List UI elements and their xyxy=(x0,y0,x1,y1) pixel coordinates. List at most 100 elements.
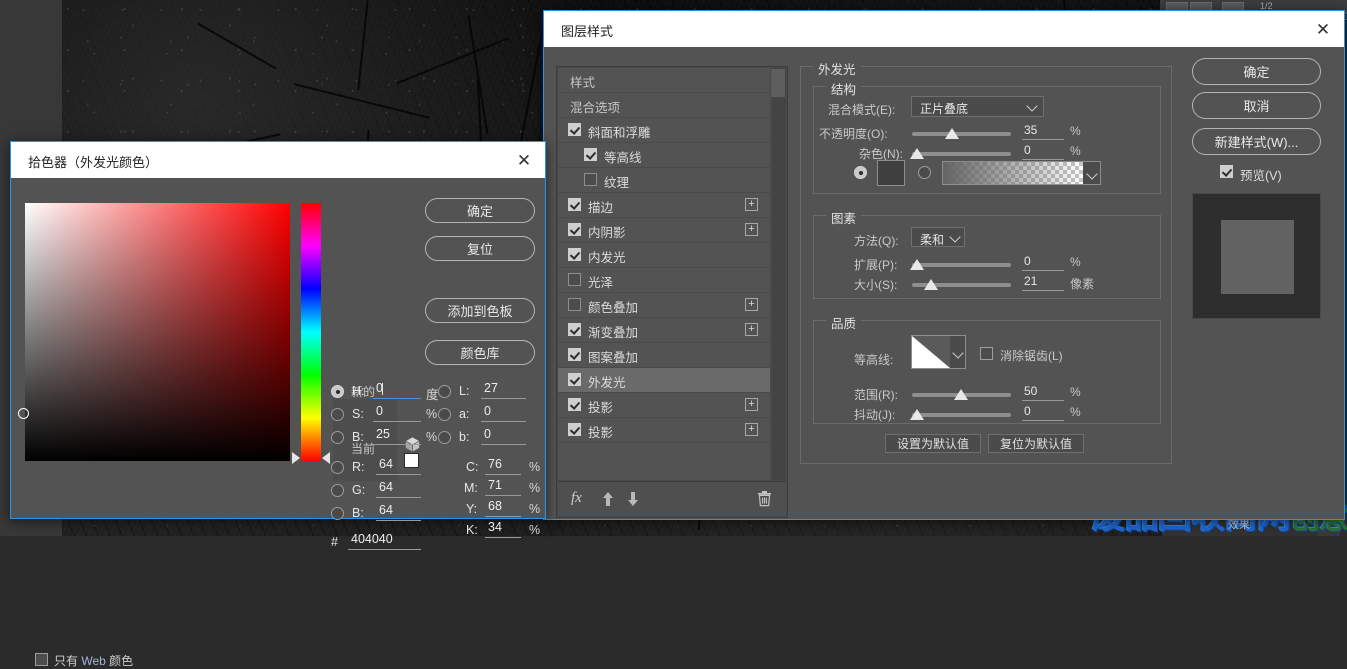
effect-item-5[interactable]: 内发光 xyxy=(558,243,770,268)
noise-slider-knob[interactable] xyxy=(910,148,924,159)
technique-select[interactable]: 柔和 xyxy=(911,227,965,247)
effect-checkbox[interactable] xyxy=(568,348,581,361)
effect-item-0[interactable]: 斜面和浮雕 xyxy=(558,118,770,143)
lab-l-radio[interactable] xyxy=(438,385,451,398)
effect-checkbox[interactable] xyxy=(568,423,581,436)
noise-slider-track[interactable] xyxy=(912,152,1011,156)
effect-checkbox[interactable] xyxy=(584,148,597,161)
effects-list-header[interactable]: 样式 xyxy=(558,68,770,93)
effect-item-3[interactable]: 描边 + xyxy=(558,193,770,218)
noise-value-field[interactable]: 0 xyxy=(1022,143,1064,160)
antialias-checkbox[interactable] xyxy=(980,347,993,360)
saturation-brightness-field[interactable] xyxy=(18,203,290,461)
spread-value-field[interactable]: 0 xyxy=(1022,254,1064,271)
range-slider-knob[interactable] xyxy=(954,389,968,400)
jitter-slider-track[interactable] xyxy=(912,413,1011,417)
effect-checkbox[interactable] xyxy=(568,373,581,386)
add-effect-icon[interactable]: + xyxy=(745,298,758,311)
cmyk-c-field[interactable]: 76 xyxy=(485,457,521,475)
blending-options-item[interactable]: 混合选项 xyxy=(558,93,770,118)
hue-slider[interactable] xyxy=(301,203,321,461)
add-effect-icon[interactable]: + xyxy=(745,423,758,436)
effect-checkbox[interactable] xyxy=(568,398,581,411)
glow-color-swatch[interactable] xyxy=(877,160,905,186)
effect-item-10[interactable]: 外发光 xyxy=(558,368,770,393)
add-to-swatches-button[interactable]: 添加到色板 xyxy=(425,298,535,323)
effect-item-6[interactable]: 光泽 xyxy=(558,268,770,293)
effect-item-12[interactable]: 投影 + xyxy=(558,418,770,443)
lab-a-radio[interactable] xyxy=(438,408,451,421)
color-picker-ok-button[interactable]: 确定 xyxy=(425,198,535,223)
effects-list[interactable]: 样式 混合选项 斜面和浮雕 等高线 纹理 描边 + 内阴影 + 内发光 光泽 颜色叠加 + 渐变叠加 +… xyxy=(558,68,770,480)
rgb-b-radio[interactable] xyxy=(331,507,344,520)
lab-l-field[interactable]: 27 xyxy=(481,381,526,399)
effect-checkbox[interactable] xyxy=(568,273,581,286)
glow-gradient-preview[interactable] xyxy=(942,161,1084,185)
color-field-marker[interactable] xyxy=(18,408,29,419)
size-slider-knob[interactable] xyxy=(924,279,938,290)
hue-slider-marker-left[interactable] xyxy=(292,452,300,464)
range-value-field[interactable]: 50 xyxy=(1022,384,1064,401)
rgb-r-radio[interactable] xyxy=(331,461,344,474)
down-arrow-icon[interactable] xyxy=(626,491,640,507)
size-value-field[interactable]: 21 xyxy=(1022,274,1064,291)
effect-checkbox[interactable] xyxy=(568,248,581,261)
contour-chevron-icon[interactable] xyxy=(950,335,966,369)
cmyk-k-field[interactable]: 34 xyxy=(485,520,521,538)
hsb-b-radio[interactable] xyxy=(331,431,344,444)
layer-style-cancel-button[interactable]: 取消 xyxy=(1192,92,1321,119)
effect-item-7[interactable]: 颜色叠加 + xyxy=(558,293,770,318)
add-effect-icon[interactable]: + xyxy=(745,223,758,236)
color-libraries-button[interactable]: 颜色库 xyxy=(425,340,535,365)
lab-b-radio[interactable] xyxy=(438,431,451,444)
effect-checkbox[interactable] xyxy=(568,123,581,136)
hsb-h-field[interactable]: 0 xyxy=(373,381,421,399)
effect-item-2[interactable]: 纹理 xyxy=(558,168,770,193)
rgb-g-radio[interactable] xyxy=(331,484,344,497)
hue-slider-marker-right[interactable] xyxy=(322,452,330,464)
web-colors-only-checkbox[interactable] xyxy=(35,653,48,666)
glow-gradient-chevron-icon[interactable] xyxy=(1083,161,1101,185)
effects-list-panel[interactable]: 样式 混合选项 斜面和浮雕 等高线 纹理 描边 + 内阴影 + 内发光 光泽 颜色叠加 + 渐变叠加 +… xyxy=(556,66,788,518)
jitter-value-field[interactable]: 0 xyxy=(1022,404,1064,421)
reset-to-default-button[interactable]: 复位为默认值 xyxy=(988,434,1084,453)
effect-item-1[interactable]: 等高线 xyxy=(558,143,770,168)
opacity-slider-knob[interactable] xyxy=(945,128,959,139)
effect-checkbox[interactable] xyxy=(568,323,581,336)
hsb-s-field[interactable]: 0 xyxy=(373,404,421,422)
color-picker-reset-button[interactable]: 复位 xyxy=(425,236,535,261)
rgb-b-field[interactable]: 64 xyxy=(376,503,421,521)
cmyk-y-field[interactable]: 68 xyxy=(485,499,521,517)
rgb-r-field[interactable]: 64 xyxy=(376,457,421,475)
scrollbar-thumb[interactable] xyxy=(771,69,785,97)
color-picker-dialog[interactable]: 拾色器（外发光颜色） ✕ 新的 当前 只有 Web 颜色 H: 0 度 S: 0… xyxy=(10,141,546,668)
effect-item-4[interactable]: 内阴影 + xyxy=(558,218,770,243)
set-as-default-button[interactable]: 设置为默认值 xyxy=(885,434,981,453)
effects-list-scrollbar[interactable] xyxy=(771,68,786,480)
contour-preview[interactable] xyxy=(911,335,951,369)
new-style-button[interactable]: 新建样式(W)... xyxy=(1192,128,1321,155)
opacity-value-field[interactable]: 35 xyxy=(1022,123,1064,140)
close-icon[interactable]: ✕ xyxy=(1312,19,1334,41)
add-effect-icon[interactable]: + xyxy=(745,398,758,411)
fx-icon[interactable]: fx xyxy=(571,490,582,507)
glow-solid-color-radio[interactable] xyxy=(854,166,867,179)
trash-icon[interactable] xyxy=(757,490,772,512)
add-effect-icon[interactable]: + xyxy=(745,198,758,211)
rgb-g-field[interactable]: 64 xyxy=(376,480,421,498)
preview-checkbox[interactable] xyxy=(1220,165,1233,178)
effect-checkbox[interactable] xyxy=(568,298,581,311)
jitter-slider-knob[interactable] xyxy=(910,409,924,420)
glow-gradient-radio[interactable] xyxy=(918,166,931,179)
effects-list-toolbar[interactable]: fx xyxy=(558,481,786,516)
layer-style-ok-button[interactable]: 确定 xyxy=(1192,58,1321,85)
lab-a-field[interactable]: 0 xyxy=(481,404,526,422)
spread-slider-knob[interactable] xyxy=(910,259,924,270)
effect-item-9[interactable]: 图案叠加 xyxy=(558,343,770,368)
lab-b-field[interactable]: 0 xyxy=(481,427,526,445)
blend-mode-select[interactable]: 正片叠底 xyxy=(911,96,1044,117)
hsb-b-field[interactable]: 25 xyxy=(373,427,421,445)
up-arrow-icon[interactable] xyxy=(601,491,615,507)
effect-checkbox[interactable] xyxy=(568,223,581,236)
effect-checkbox[interactable] xyxy=(584,173,597,186)
